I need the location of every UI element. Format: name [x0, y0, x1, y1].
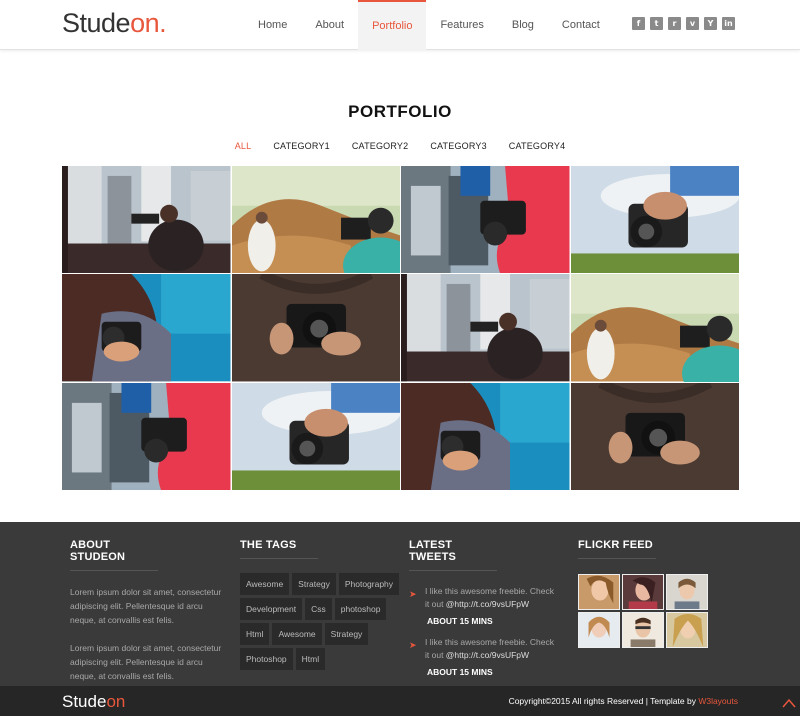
portfolio-item-city-photographer[interactable] — [62, 166, 231, 274]
site-header: Studeon. Home About Portfolio Features B… — [0, 0, 800, 50]
tag-photography[interactable]: Photography — [338, 573, 400, 595]
w3layouts-link[interactable]: W3layouts — [698, 696, 738, 706]
tweets-title: LATEST TWEETS — [409, 539, 497, 571]
portfolio-item-camera-strap-brown[interactable] — [231, 274, 400, 382]
tags-column: THE TAGS Awesome Strategy Photography De… — [240, 539, 400, 670]
portfolio-title: PORTFOLIO — [348, 102, 452, 121]
tag-cloud: Awesome Strategy Photography Development… — [240, 573, 400, 670]
portfolio-item-red-sleeve-camera-2[interactable] — [62, 382, 231, 490]
filter-category4[interactable]: CATEGORY4 — [498, 141, 576, 151]
social-links: f t r v Y in — [632, 17, 735, 30]
portfolio-item-wedding-photographer-2[interactable] — [570, 274, 739, 382]
filter-category3[interactable]: CATEGORY3 — [419, 141, 497, 151]
tweet-link[interactable]: @http://t.co/9vsUFpW — [446, 650, 529, 660]
portfolio-item-red-sleeve-camera[interactable] — [401, 166, 570, 274]
portfolio-item-city-photographer-2[interactable] — [401, 274, 570, 382]
about-paragraph-1: Lorem ipsum dolor sit amet, consectetur … — [70, 587, 222, 625]
copyright-text: Copyright©2015 All rights Reserved | Tem… — [508, 696, 699, 706]
portfolio-grid — [62, 166, 739, 490]
about-title: ABOUT STUDEON — [70, 539, 158, 571]
filter-category1[interactable]: CATEGORY1 — [262, 141, 340, 151]
tweet: ➤ I like this awesome freebie. Check it … — [409, 636, 560, 662]
flickr-grid — [578, 574, 708, 648]
portfolio-item-camera-strap-brown-2[interactable] — [570, 382, 739, 490]
tweet-link[interactable]: @http://t.co/9vsUFpW — [446, 599, 529, 609]
tag-development[interactable]: Development — [240, 598, 303, 620]
tweet-time: ABOUT 15 MINS — [427, 616, 493, 626]
tags-title: THE TAGS — [240, 539, 318, 559]
portfolio-item-woman-camera-blue[interactable] — [62, 274, 231, 382]
nav-portfolio[interactable]: Portfolio — [358, 0, 427, 50]
twitter-icon[interactable]: t — [650, 17, 663, 30]
copyright: Copyright©2015 All rights Reserved | Tem… — [509, 696, 738, 706]
tweets-column: LATEST TWEETS ➤ I like this awesome free… — [409, 539, 560, 677]
flickr-photo[interactable] — [666, 574, 708, 610]
tag-strategy[interactable]: Strategy — [292, 573, 336, 595]
flickr-photo[interactable] — [666, 612, 708, 648]
nav-contact[interactable]: Contact — [548, 0, 614, 50]
nav-home[interactable]: Home — [244, 0, 301, 50]
flickr-photo[interactable] — [622, 574, 664, 610]
portfolio-item-wedding-photographer[interactable] — [231, 166, 400, 274]
flickr-title: FLICKR FEED — [578, 539, 656, 559]
tweet-time: ABOUT 15 MINS — [427, 667, 493, 677]
youtube-icon[interactable]: Y — [704, 17, 717, 30]
nav-about[interactable]: About — [301, 0, 358, 50]
filter-all[interactable]: ALL — [224, 141, 263, 151]
tweet: ➤ I like this awesome freebie. Check it … — [409, 585, 560, 611]
twitter-bird-icon: ➤ — [409, 640, 417, 650]
tag-css[interactable]: Css — [305, 598, 332, 620]
logo-main: Stude — [62, 8, 131, 38]
footer-logo-main: Stude — [62, 692, 107, 711]
vimeo-icon[interactable]: v — [686, 17, 699, 30]
portfolio-item-camera-sky[interactable] — [570, 166, 739, 274]
flickr-photo[interactable] — [622, 612, 664, 648]
tag-strategy-2[interactable]: Strategy — [324, 623, 369, 645]
tweet-text: I like this awesome freebie. Check it ou… — [425, 585, 560, 611]
footer: ABOUT STUDEON Lorem ipsum dolor sit amet… — [0, 522, 800, 686]
flickr-photo[interactable] — [578, 612, 620, 648]
main-nav: Home About Portfolio Features Blog Conta… — [244, 0, 614, 50]
rss-icon[interactable]: r — [668, 17, 681, 30]
tag-photoshop[interactable]: photoshop — [334, 598, 387, 620]
tag-html[interactable]: Html — [240, 623, 270, 645]
about-paragraph-2: Lorem ipsum dolor sit amet, consectetur … — [70, 643, 222, 681]
nav-features[interactable]: Features — [426, 0, 497, 50]
flickr-column: FLICKR FEED — [578, 539, 708, 648]
tag-awesome-2[interactable]: Awesome — [272, 623, 322, 645]
flickr-photo[interactable] — [578, 574, 620, 610]
nav-blog[interactable]: Blog — [498, 0, 548, 50]
linkedin-icon[interactable]: in — [722, 17, 735, 30]
logo-accent: on. — [130, 8, 167, 38]
twitter-bird-icon: ➤ — [409, 589, 417, 599]
tag-photoshop-2[interactable]: Photoshop — [240, 648, 293, 670]
footer-logo-accent: on — [106, 692, 126, 711]
scroll-top-icon[interactable] — [782, 696, 796, 710]
facebook-icon[interactable]: f — [632, 17, 645, 30]
bottom-bar: Studeon Copyright©2015 All rights Reserv… — [0, 686, 800, 716]
tag-awesome[interactable]: Awesome — [240, 573, 290, 595]
filter-category2[interactable]: CATEGORY2 — [341, 141, 419, 151]
tweet-text: I like this awesome freebie. Check it ou… — [425, 636, 560, 662]
about-column: ABOUT STUDEON Lorem ipsum dolor sit amet… — [70, 539, 230, 683]
footer-logo[interactable]: Studeon — [62, 692, 125, 712]
portfolio-item-camera-sky-2[interactable] — [231, 382, 400, 490]
tag-html-2[interactable]: Html — [295, 648, 326, 670]
portfolio-filters: ALL CATEGORY1 CATEGORY2 CATEGORY3 CATEGO… — [0, 141, 800, 151]
logo[interactable]: Studeon. — [62, 8, 167, 39]
portfolio-item-woman-camera-blue-2[interactable] — [401, 382, 570, 490]
